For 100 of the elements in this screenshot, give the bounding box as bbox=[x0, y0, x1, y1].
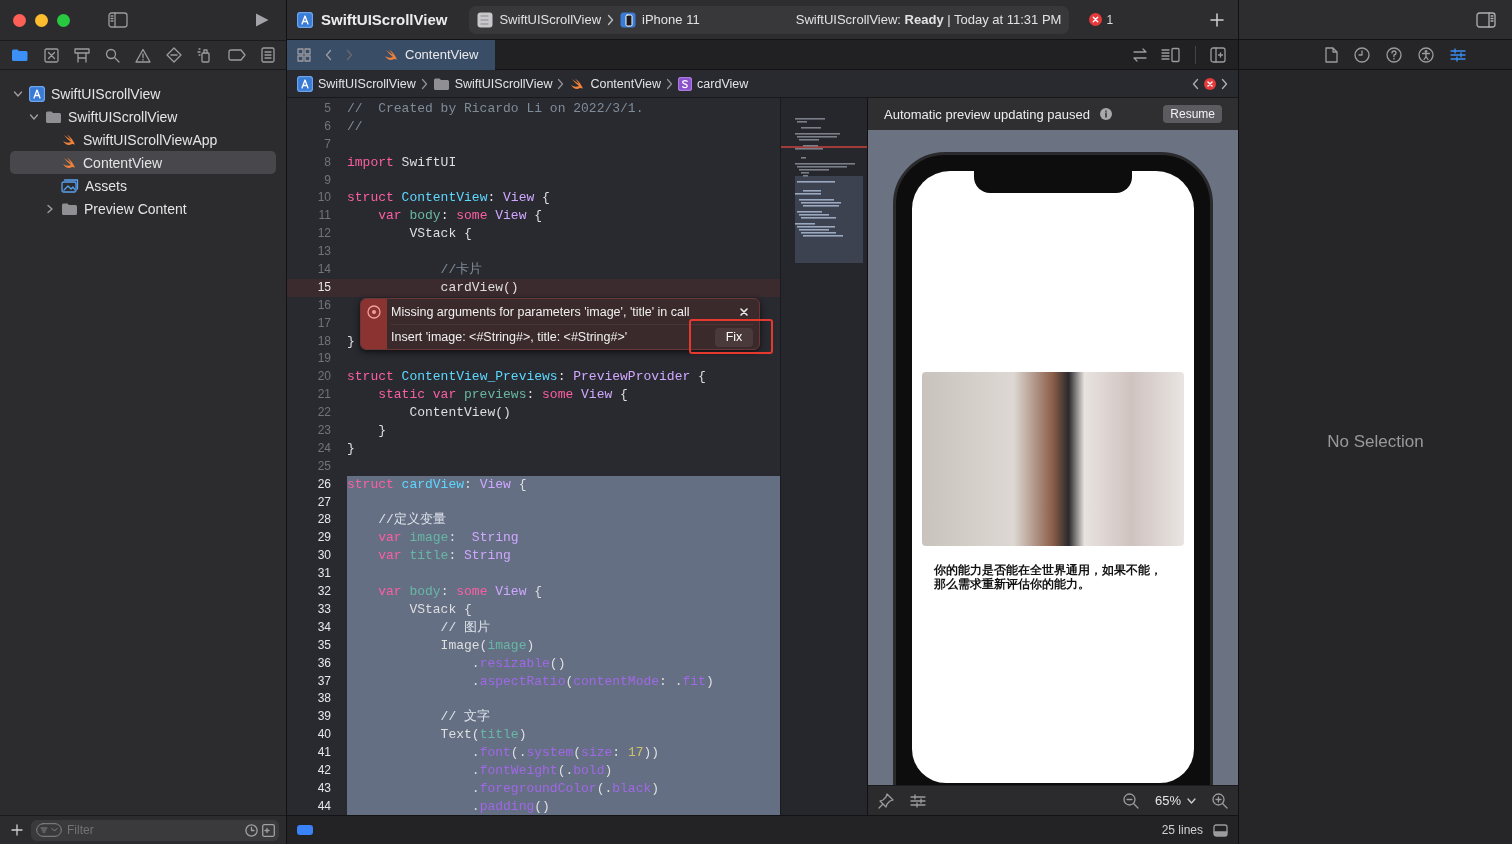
line-number: 24 bbox=[316, 439, 331, 457]
zoom-level-dropdown[interactable]: 65% bbox=[1154, 793, 1196, 808]
file-tree-item[interactable]: SwiftUIScrollView bbox=[10, 82, 276, 105]
error-circle-icon bbox=[367, 305, 381, 319]
disclosure-chevron-icon[interactable] bbox=[29, 111, 39, 122]
line-number: 20 bbox=[316, 368, 331, 386]
code-line: struct ContentView_Previews: PreviewProvider { bbox=[347, 368, 706, 387]
x-square-icon[interactable] bbox=[44, 47, 59, 63]
panel-toggle-icon[interactable] bbox=[1213, 823, 1228, 837]
warning-icon[interactable] bbox=[135, 47, 151, 63]
line-number: 23 bbox=[316, 422, 331, 440]
folder-icon bbox=[61, 201, 78, 216]
help-icon[interactable] bbox=[1386, 46, 1402, 63]
close-button[interactable] bbox=[13, 13, 26, 27]
error-message: Missing arguments for parameters 'image', 'title' in call bbox=[391, 304, 690, 319]
line-number: 11 bbox=[317, 207, 331, 225]
zoom-out-icon[interactable] bbox=[1122, 792, 1139, 809]
line-number: 15 bbox=[316, 278, 331, 296]
code-line: var body: some View { bbox=[377, 207, 543, 226]
issue-count-button[interactable]: 1 bbox=[1089, 12, 1114, 27]
line-number: 18 bbox=[316, 332, 331, 350]
line-number: 43 bbox=[316, 779, 331, 797]
minimize-button[interactable] bbox=[35, 13, 48, 27]
fix-button[interactable]: Fix bbox=[715, 327, 753, 347]
swap-arrows-icon[interactable] bbox=[1133, 47, 1147, 62]
folder-icon bbox=[432, 76, 450, 91]
line-number: 42 bbox=[316, 761, 331, 779]
disclosure-chevron-icon[interactable] bbox=[45, 203, 55, 214]
line-number: 6 bbox=[323, 117, 331, 135]
hierarchy-icon[interactable] bbox=[74, 47, 90, 63]
folder-icon bbox=[45, 109, 62, 124]
resume-button[interactable]: Resume bbox=[1163, 105, 1222, 123]
line-number: 30 bbox=[316, 547, 331, 565]
tag-icon[interactable] bbox=[228, 49, 246, 61]
breadcrumb-item[interactable]: cardView bbox=[678, 76, 749, 91]
lines-panel-icon[interactable] bbox=[1161, 46, 1181, 63]
accessibility-icon[interactable] bbox=[1418, 46, 1434, 63]
zoom-button[interactable] bbox=[57, 13, 70, 27]
capsule-icon[interactable] bbox=[297, 825, 313, 835]
disclosure-chevron-icon[interactable] bbox=[13, 88, 23, 99]
chevron-icon bbox=[607, 13, 615, 26]
list-icon[interactable] bbox=[261, 47, 275, 63]
chevron-icon bbox=[666, 77, 674, 90]
sliders-icon[interactable] bbox=[1450, 47, 1466, 62]
caret-icon bbox=[1187, 797, 1196, 804]
diamond-icon[interactable] bbox=[166, 47, 182, 63]
error-icon bbox=[1089, 13, 1103, 26]
filter-icon bbox=[36, 823, 62, 837]
image-stack-icon bbox=[61, 178, 79, 193]
zoom-in-icon[interactable] bbox=[1212, 792, 1228, 809]
document-icon[interactable] bbox=[1325, 46, 1338, 63]
search-icon[interactable] bbox=[105, 47, 120, 63]
editor-tab[interactable]: ContentView bbox=[287, 39, 495, 70]
file-tree-item[interactable]: SwiftUIScrollViewApp bbox=[10, 128, 276, 151]
inspector-toggle-icon[interactable] bbox=[1476, 11, 1496, 28]
chevron-left-icon[interactable] bbox=[325, 48, 332, 61]
spray-icon[interactable] bbox=[197, 47, 213, 63]
filter-field[interactable]: Filter bbox=[31, 819, 279, 841]
line-number: 35 bbox=[316, 636, 331, 654]
chevron-icon bbox=[420, 77, 428, 90]
phone-device-icon bbox=[620, 11, 637, 28]
chevron-left-icon[interactable] bbox=[1192, 77, 1199, 90]
plus-icon[interactable] bbox=[1210, 12, 1224, 27]
app-project-icon bbox=[29, 85, 45, 102]
file-tree-item[interactable]: Assets bbox=[10, 174, 276, 197]
device-selector[interactable]: iPhone 11 bbox=[620, 11, 700, 28]
plus-icon[interactable] bbox=[11, 824, 23, 836]
line-number: 32 bbox=[316, 583, 331, 601]
line-number: 22 bbox=[316, 404, 331, 422]
close-icon[interactable] bbox=[739, 306, 749, 317]
sliders-icon[interactable] bbox=[910, 793, 926, 808]
info-icon bbox=[1099, 108, 1112, 120]
pin-icon[interactable] bbox=[878, 792, 894, 809]
code-line: } bbox=[347, 439, 355, 458]
sidebar-toggle-icon[interactable] bbox=[108, 12, 128, 28]
project-title: SwiftUIScrollView bbox=[321, 11, 448, 28]
breadcrumb-item[interactable]: SwiftUIScrollView bbox=[297, 75, 416, 92]
clock-icon[interactable] bbox=[1354, 46, 1370, 63]
file-tree-item[interactable]: Preview Content bbox=[10, 197, 276, 220]
scope-square-icon[interactable] bbox=[262, 823, 275, 837]
folder-icon[interactable] bbox=[11, 48, 29, 62]
line-number: 5 bbox=[323, 100, 331, 117]
breadcrumb-item[interactable]: ContentView bbox=[569, 76, 662, 91]
run-icon[interactable] bbox=[254, 12, 270, 28]
breadcrumb-item[interactable]: SwiftUIScrollView bbox=[432, 76, 553, 91]
line-number: 40 bbox=[316, 726, 331, 744]
fix-description: Insert 'image: <#String#>, title: <#String#>' bbox=[391, 330, 628, 344]
grid-icon[interactable] bbox=[297, 47, 311, 62]
scheme-selector[interactable]: SwiftUIScrollView bbox=[477, 11, 602, 28]
code-line: struct ContentView: View { bbox=[347, 189, 550, 208]
code-line: } bbox=[347, 332, 355, 351]
add-editor-icon[interactable] bbox=[1210, 46, 1226, 63]
line-number: 13 bbox=[316, 243, 331, 261]
line-number: 12 bbox=[316, 225, 331, 243]
chevron-icon[interactable] bbox=[1221, 77, 1228, 90]
clock-icon[interactable] bbox=[245, 823, 258, 837]
file-tree-item[interactable]: SwiftUIScrollView bbox=[10, 105, 276, 128]
chevron-icon bbox=[557, 77, 565, 90]
line-number: 9 bbox=[323, 171, 331, 189]
file-tree-item[interactable]: ContentView bbox=[10, 151, 276, 174]
